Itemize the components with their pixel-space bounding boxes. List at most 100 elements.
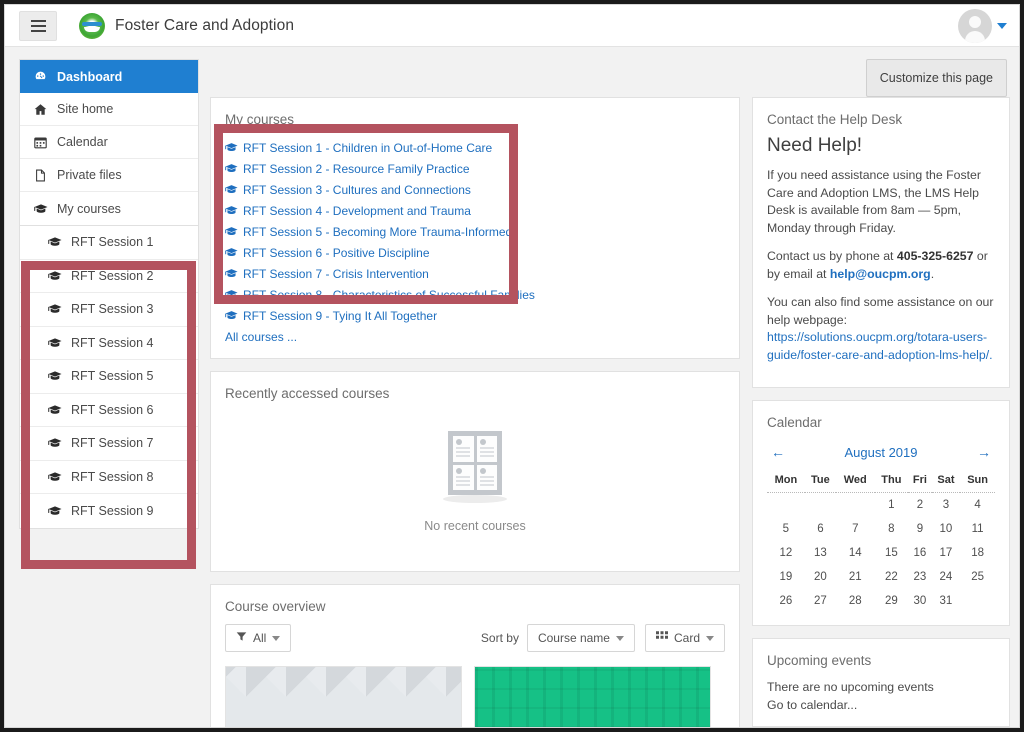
graduation-cap-icon xyxy=(48,437,65,449)
graduation-cap-icon xyxy=(48,303,65,315)
hamburger-icon[interactable] xyxy=(19,10,57,41)
help-desk-url-link[interactable]: https://solutions.oucpm.org/totara-users… xyxy=(767,330,993,362)
graduation-cap-icon xyxy=(225,310,238,321)
graduation-cap-icon xyxy=(48,471,65,483)
go-to-calendar-link[interactable]: Go to calendar... xyxy=(767,696,995,714)
calendar-empty-cell xyxy=(767,493,805,518)
calendar-day[interactable]: 28 xyxy=(836,589,874,613)
upcoming-events-block: Upcoming events There are no upcoming ev… xyxy=(752,638,1010,727)
calendar-day[interactable]: 7 xyxy=(836,517,874,541)
calendar-day[interactable]: 25 xyxy=(960,565,995,589)
chevron-down-icon xyxy=(615,635,624,641)
calendar-day[interactable]: 24 xyxy=(932,565,961,589)
sidebar-course-5[interactable]: RFT Session 5 xyxy=(20,360,198,394)
calendar-day[interactable]: 21 xyxy=(836,565,874,589)
calendar-day[interactable]: 27 xyxy=(805,589,836,613)
calendar-day[interactable]: 9 xyxy=(908,517,931,541)
upcoming-events-title: Upcoming events xyxy=(767,653,872,668)
calendar-day[interactable]: 31 xyxy=(932,589,961,613)
sidebar-course-label: RFT Session 2 xyxy=(71,268,154,283)
page-toolbar: Customize this page xyxy=(210,59,1007,97)
calendar-day[interactable]: 16 xyxy=(908,541,931,565)
calendar-day[interactable]: 3 xyxy=(932,493,961,518)
calendar-day[interactable]: 4 xyxy=(960,493,995,518)
sidebar-course-9[interactable]: RFT Session 9 xyxy=(20,494,198,528)
sidebar-item-dashboard[interactable]: Dashboard xyxy=(20,60,198,93)
calendar-day[interactable]: 5 xyxy=(767,517,805,541)
chevron-down-icon xyxy=(997,23,1007,29)
calendar-day[interactable]: 15 xyxy=(875,541,909,565)
my-course-link-label: RFT Session 7 - Crisis Intervention xyxy=(243,266,429,281)
recently-accessed-title: Recently accessed courses xyxy=(225,386,390,401)
calendar-day[interactable]: 1 xyxy=(875,493,909,518)
my-course-link[interactable]: RFT Session 3 - Cultures and Connections xyxy=(225,179,725,200)
calendar-weekday: Wed xyxy=(836,470,875,493)
calendar-day[interactable]: 8 xyxy=(875,517,909,541)
sidebar-item-my-courses[interactable]: My courses xyxy=(20,192,198,225)
my-course-link-label: RFT Session 6 - Positive Discipline xyxy=(243,245,430,260)
course-card-thumbnail xyxy=(226,667,461,727)
sidebar-item-private-files[interactable]: Private files xyxy=(20,159,198,192)
course-overview-controls: All Sort by Course name Card xyxy=(225,624,725,652)
sidebar-item-calendar[interactable]: Calendar xyxy=(20,126,198,159)
sidebar-item-site-home[interactable]: Site home xyxy=(20,93,198,126)
calendar-day[interactable]: 30 xyxy=(908,589,931,613)
calendar-day[interactable]: 13 xyxy=(805,541,836,565)
help-desk-paragraph-1: If you need assistance using the Foster … xyxy=(767,168,981,235)
calendar-day[interactable]: 19 xyxy=(767,565,805,589)
sidebar-course-label: RFT Session 6 xyxy=(71,402,154,417)
calendar-day[interactable]: 10 xyxy=(932,517,961,541)
course-card[interactable]: RFT Session 2 - Resource Family Practice… xyxy=(474,666,711,727)
sidebar-course-2[interactable]: RFT Session 2 xyxy=(20,260,198,293)
calendar-day[interactable]: 12 xyxy=(767,541,805,565)
sidebar-course-1[interactable]: RFT Session 1 xyxy=(20,226,198,260)
calendar-day[interactable]: 23 xyxy=(908,565,931,589)
filter-value: All xyxy=(253,631,267,645)
all-courses-link[interactable]: All courses ... xyxy=(225,330,297,344)
sort-value: Course name xyxy=(537,631,610,645)
calendar-day[interactable]: 6 xyxy=(805,517,836,541)
site-title: Foster Care and Adoption xyxy=(115,16,295,34)
course-card[interactable]: RFT Session 1 - Children in Out-of-Home … xyxy=(225,666,462,727)
my-course-link[interactable]: RFT Session 1 - Children in Out-of-Home … xyxy=(225,137,725,158)
sort-dropdown[interactable]: Course name xyxy=(526,624,635,652)
sidebar-course-4[interactable]: RFT Session 4 xyxy=(20,327,198,360)
my-courses-title: My courses xyxy=(225,112,295,127)
course-card-thumbnail xyxy=(475,667,710,727)
graduation-cap-icon xyxy=(225,142,238,153)
my-course-link[interactable]: RFT Session 9 - Tying It All Together xyxy=(225,305,725,326)
calendar-day[interactable]: 22 xyxy=(875,565,909,589)
graduation-cap-icon xyxy=(48,337,65,349)
sidebar-course-3[interactable]: RFT Session 3 xyxy=(20,293,198,327)
customize-this-page-button[interactable]: Customize this page xyxy=(865,59,1007,97)
help-desk-email-link[interactable]: help@oucpm.org xyxy=(830,267,931,281)
filter-dropdown[interactable]: All xyxy=(225,624,292,652)
sidebar-course-7[interactable]: RFT Session 7 xyxy=(20,427,198,461)
calendar-empty-cell xyxy=(960,589,995,613)
arrow-right-icon[interactable]: → xyxy=(977,444,991,460)
my-course-link[interactable]: RFT Session 4 - Development and Trauma xyxy=(225,200,725,221)
sidebar-course-8[interactable]: RFT Session 8 xyxy=(20,461,198,494)
my-course-link[interactable]: RFT Session 2 - Resource Family Practice xyxy=(225,158,725,179)
main-content: Customize this page My courses RFT Sessi… xyxy=(202,47,1019,727)
calendar-month-label[interactable]: August 2019 xyxy=(844,445,917,460)
my-course-link[interactable]: RFT Session 5 - Becoming More Trauma-Inf… xyxy=(225,221,725,242)
calendar-day[interactable]: 29 xyxy=(875,589,909,613)
graduation-cap-icon xyxy=(48,236,65,248)
calendar-day[interactable]: 18 xyxy=(960,541,995,565)
arrow-left-icon[interactable]: ← xyxy=(771,444,785,460)
sidebar-course-6[interactable]: RFT Session 6 xyxy=(20,394,198,427)
my-course-link[interactable]: RFT Session 8 - Characteristics of Succe… xyxy=(225,284,725,305)
calendar-day[interactable]: 26 xyxy=(767,589,805,613)
dashboard-icon xyxy=(34,70,51,83)
calendar-day[interactable]: 20 xyxy=(805,565,836,589)
calendar-day[interactable]: 2 xyxy=(908,493,931,518)
my-course-link[interactable]: RFT Session 7 - Crisis Intervention xyxy=(225,263,725,284)
my-course-link[interactable]: RFT Session 6 - Positive Discipline xyxy=(225,242,725,263)
view-mode-dropdown[interactable]: Card xyxy=(644,624,725,652)
user-menu[interactable] xyxy=(958,9,1007,43)
calendar-weekday: Sat xyxy=(931,470,961,493)
calendar-day[interactable]: 11 xyxy=(960,517,995,541)
calendar-day[interactable]: 17 xyxy=(932,541,961,565)
calendar-day[interactable]: 14 xyxy=(836,541,874,565)
